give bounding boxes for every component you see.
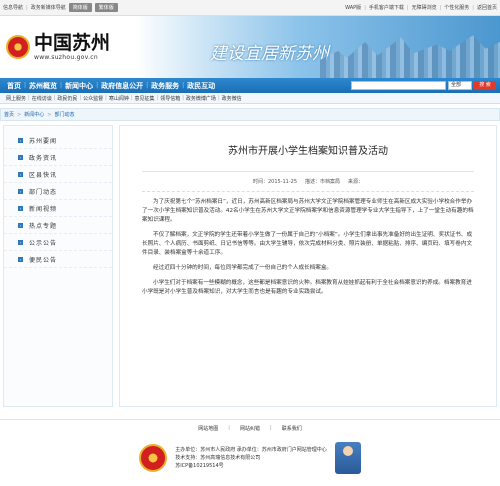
sidebar-item-video[interactable]: › 新闻视频 (4, 200, 112, 217)
footer-sponsor: 主办单位：苏州市人民政府 承办单位：苏州市政府门户网站管理中心 (175, 447, 327, 453)
report-error-link[interactable]: 网站纠错 (240, 425, 260, 432)
search-button[interactable]: 搜 索 (474, 81, 496, 90)
subnav-item[interactable]: 寒山闻钟 (109, 95, 129, 102)
footer-links: 网站地图 | 网站纠错 | 联系我们 (198, 425, 302, 432)
nav-home[interactable]: 首页 (4, 81, 24, 91)
footer: 网站地图 | 网站纠错 | 联系我们 主办单位：苏州市人民政府 承办单位：苏州市政府… (0, 419, 500, 480)
home-link[interactable]: 返回首页 (477, 4, 497, 11)
sidebar-item-public-notices[interactable]: › 便民公告 (4, 251, 112, 268)
subnav-item[interactable]: 网上服务 (6, 95, 26, 102)
sidebar-item-topics[interactable]: › 热点专题 (4, 217, 112, 234)
subnav-item[interactable]: 领导信箱 (160, 95, 180, 102)
arrow-right-icon: › (18, 171, 23, 177)
article-paragraph: 不仅了解档案，文正学院的学生还带着小学生做了一份属于自己的“小档案”。小学生们拿… (142, 232, 473, 256)
logo-text: 中国苏州 (34, 31, 111, 54)
banner: 中国苏州 www.suzhou.gov.cn 建设宜居新苏州 (0, 16, 500, 78)
breadcrumb-home[interactable]: 首页 (4, 111, 14, 118)
national-emblem-icon (6, 35, 30, 59)
sidebar-item-suzhou-news[interactable]: › 苏州要闻 (4, 132, 112, 149)
nav-services[interactable]: 政务服务 (148, 81, 182, 91)
banner-slogan: 建设宜居新苏州 (210, 44, 329, 64)
article-paragraph: 小学生们对于档案有一些模糊的概念，这些都是档案意识的火种。档案教育从娃娃抓起有利… (142, 280, 472, 295)
subnav-item[interactable]: 意见征集 (135, 95, 155, 102)
skyline-image (320, 35, 500, 78)
main-area: › 苏州要闻 › 政务资讯 › 区县快讯 › 部门动态 › 新闻视频 › 热点专题 › 公示公… (0, 125, 500, 407)
nav-gov-info[interactable]: 政府信息公开 (98, 81, 146, 91)
article: 苏州市开展小学生档案知识普及活动 时间：2015-11-25 描述：市档案局 来… (119, 125, 497, 407)
simplified-button[interactable]: 简体版 (68, 3, 92, 12)
article-paragraph: 为了庆祝第七个“苏州档案日”，近日，苏州高新区档案局与苏州大学文正学院档案管理专… (142, 199, 474, 223)
footer-icp[interactable]: 苏ICP备10219514号 (175, 462, 327, 470)
arrow-right-icon: › (18, 205, 23, 211)
article-title: 苏州市开展小学生档案知识普及活动 (142, 142, 474, 172)
topbar-info-nav[interactable]: 信息导航 (3, 4, 23, 11)
site-logo[interactable]: 中国苏州 www.suzhou.gov.cn (0, 16, 130, 78)
nav-interaction[interactable]: 政民互动 (184, 81, 218, 91)
breadcrumb-dept[interactable]: 部门动态 (54, 111, 74, 118)
topbar-media-nav[interactable]: 政务新媒体导航 (31, 4, 66, 11)
footer-info: 主办单位：苏州市人民政府 承办单位：苏州市政府门户网站管理中心 技术支持：苏州高… (0, 436, 500, 480)
arrow-right-icon: › (18, 239, 23, 245)
arrow-right-icon: › (18, 256, 23, 262)
nav-overview[interactable]: 苏州概览 (26, 81, 60, 91)
logo-url: www.suzhou.gov.cn (34, 53, 99, 61)
wap-link[interactable]: WAP版 (345, 4, 361, 11)
search-scope-select[interactable]: 全部 (448, 81, 472, 90)
breadcrumb-news[interactable]: 新闻中心 (24, 111, 44, 118)
footer-emblem-icon (139, 444, 168, 472)
arrow-right-icon: › (18, 137, 23, 143)
sub-nav: 网上服务 | 在线访谈 | 政民仍民 | 公众监督 | 寒山闻钟 | 意见征集 | 领导信箱… (0, 93, 500, 104)
article-time: 2015-11-25 (267, 179, 298, 185)
police-badge-icon[interactable] (334, 442, 361, 474)
sidebar-item-county-news[interactable]: › 区县快讯 (4, 166, 112, 183)
search-input[interactable] (351, 81, 446, 90)
contact-link[interactable]: 联系我们 (282, 425, 302, 432)
sidebar-item-notices[interactable]: › 公示公告 (4, 234, 112, 251)
sidebar-item-dept-news[interactable]: › 部门动态 (4, 183, 112, 200)
subnav-item[interactable]: 政务微信 (222, 95, 242, 102)
article-source: 市档案局 (320, 179, 341, 185)
main-nav: 首页 | 苏州概览 | 新闻中心 | 政府信息公开 | 政务服务 | 政民互动 全部 搜 … (0, 78, 500, 93)
arrow-right-icon: › (18, 154, 23, 160)
subnav-item[interactable]: 公众监督 (83, 95, 103, 102)
article-paragraph: 经过近四十分钟的时间，每位同学都完成了一份自己的个人成长档案盒。 (153, 265, 333, 271)
sidebar: › 苏州要闻 › 政务资讯 › 区县快讯 › 部门动态 › 新闻视频 › 热点专题 › 公示公… (3, 125, 113, 407)
accessible-link[interactable]: 无障碍浏览 (412, 4, 437, 11)
mobile-client-link[interactable]: 手机客户端下载 (369, 4, 404, 11)
footer-tech-support: 技术支持：苏州高瑞信息技术有限公司 (175, 455, 261, 461)
arrow-right-icon: › (18, 188, 23, 194)
nav-news[interactable]: 新闻中心 (62, 81, 96, 91)
sitemap-link[interactable]: 网站地图 (198, 425, 218, 432)
search-area: 全部 搜 索 (351, 81, 496, 90)
subnav-item[interactable]: 政民仍民 (57, 95, 77, 102)
subnav-item[interactable]: 政务微博广场 (186, 95, 216, 102)
top-bar: 信息导航 | 政务新媒体导航 简体版 繁体版 WAP版 | 手机客户端下载 | 无障… (0, 0, 500, 16)
traditional-button[interactable]: 繁体版 (94, 3, 118, 12)
breadcrumb: 首页 > 新闻中心 > 部门动态 (0, 108, 500, 121)
sidebar-item-gov-info[interactable]: › 政务资讯 (4, 149, 112, 166)
arrow-right-icon: › (18, 222, 23, 228)
personal-service-link[interactable]: 个性化服务 (444, 4, 469, 11)
article-meta: 时间：2015-11-25 描述：市档案局 来源： (142, 178, 474, 192)
subnav-item[interactable]: 在线访谈 (32, 95, 52, 102)
